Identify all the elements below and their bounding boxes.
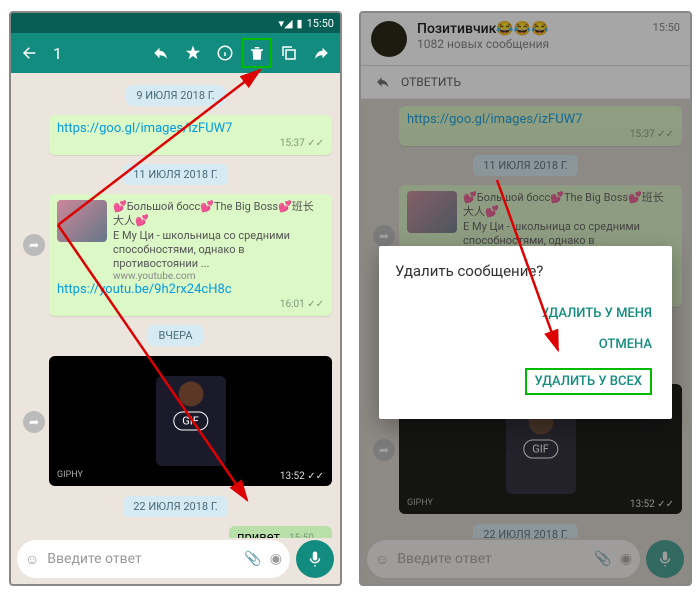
phone-left: ▾◢ ▮ 15:50 1 9 ИЮЛЯ 2018 Г. https://goo.…	[9, 11, 342, 586]
message-text: привет	[237, 530, 280, 538]
wifi-icon: ▾◢	[279, 17, 293, 30]
camera-icon[interactable]: ◉	[270, 551, 282, 567]
preview-title: 💕Большой босс💕The Big Boss💕班长大人💕	[113, 200, 324, 229]
input-bar: ☺ Введите ответ 📎 ◉	[17, 540, 334, 578]
battery-icon: ▮	[297, 17, 303, 30]
forward-circle-icon[interactable]: ➦	[23, 411, 45, 433]
link-preview: 💕Большой босс💕The Big Boss💕班长大人💕 Е Му Ци…	[57, 200, 324, 282]
delete-for-me-button[interactable]: УДАЛИТЬ У МЕНЯ	[395, 298, 656, 329]
giphy-label: GIPHY	[57, 470, 83, 480]
status-bar: ▾◢ ▮ 15:50	[11, 13, 340, 33]
message-input[interactable]: ☺ Введите ответ 📎 ◉	[17, 540, 290, 578]
emoji-icon[interactable]: ☺	[25, 551, 39, 568]
attach-icon[interactable]: 📎	[244, 551, 261, 567]
message-bubble[interactable]: 💕Большой босс💕The Big Boss💕班长大人💕 Е Му Ци…	[49, 194, 332, 316]
date-chip: 22 ИЮЛЯ 2018 Г.	[123, 496, 228, 517]
message-time: 13:52 ✓✓	[280, 471, 324, 482]
date-chip: ВЧЕРА	[148, 325, 202, 346]
delete-icon[interactable]	[242, 38, 272, 68]
mic-button[interactable]	[296, 540, 334, 578]
selection-count: 1	[53, 44, 144, 63]
message-time: 16:01 ✓✓	[57, 299, 324, 310]
dialog-title: Удалить сообщение?	[395, 262, 656, 280]
message-bubble[interactable]: https://goo.gl/images/izFUW7 15:37 ✓✓	[49, 115, 332, 155]
delete-dialog: Удалить сообщение? УДАЛИТЬ У МЕНЯ ОТМЕНА…	[379, 246, 672, 419]
gif-message[interactable]: GIF GIPHY 13:52 ✓✓	[49, 356, 332, 486]
delete-for-everyone-button[interactable]: УДАЛИТЬ У ВСЕХ	[395, 360, 656, 403]
back-icon[interactable]	[15, 38, 45, 68]
chat-area: 9 ИЮЛЯ 2018 Г. https://goo.gl/images/izF…	[11, 75, 340, 538]
message-link[interactable]: https://youtu.be/9h2rx24cH8c	[57, 282, 324, 297]
selection-toolbar: 1	[11, 33, 340, 73]
gif-label: GIF	[173, 412, 208, 431]
preview-thumb	[57, 200, 107, 242]
reply-icon[interactable]	[146, 38, 176, 68]
phone-right: https://goo.gl/images/izFUW7 15:37 ✓✓ 11…	[359, 11, 692, 586]
message-time: 15:37 ✓✓	[57, 138, 324, 149]
info-icon[interactable]	[210, 38, 240, 68]
date-chip: 9 ИЮЛЯ 2018 Г.	[126, 85, 224, 106]
preview-desc: Е Му Ци - школьница со средними способно…	[113, 229, 324, 272]
input-placeholder: Введите ответ	[47, 551, 236, 567]
forward-icon[interactable]	[306, 38, 336, 68]
copy-icon[interactable]	[274, 38, 304, 68]
preview-domain: www.youtube.com	[113, 271, 324, 282]
star-icon[interactable]	[178, 38, 208, 68]
forward-circle-icon[interactable]: ➦	[23, 234, 45, 256]
cancel-button[interactable]: ОТМЕНА	[395, 329, 656, 360]
message-link[interactable]: https://goo.gl/images/izFUW7	[57, 121, 324, 136]
date-chip: 11 ИЮЛЯ 2018 Г.	[123, 164, 228, 185]
selected-message[interactable]: привет 15:50 ✓✓	[229, 526, 332, 538]
status-time: 15:50	[307, 17, 334, 30]
